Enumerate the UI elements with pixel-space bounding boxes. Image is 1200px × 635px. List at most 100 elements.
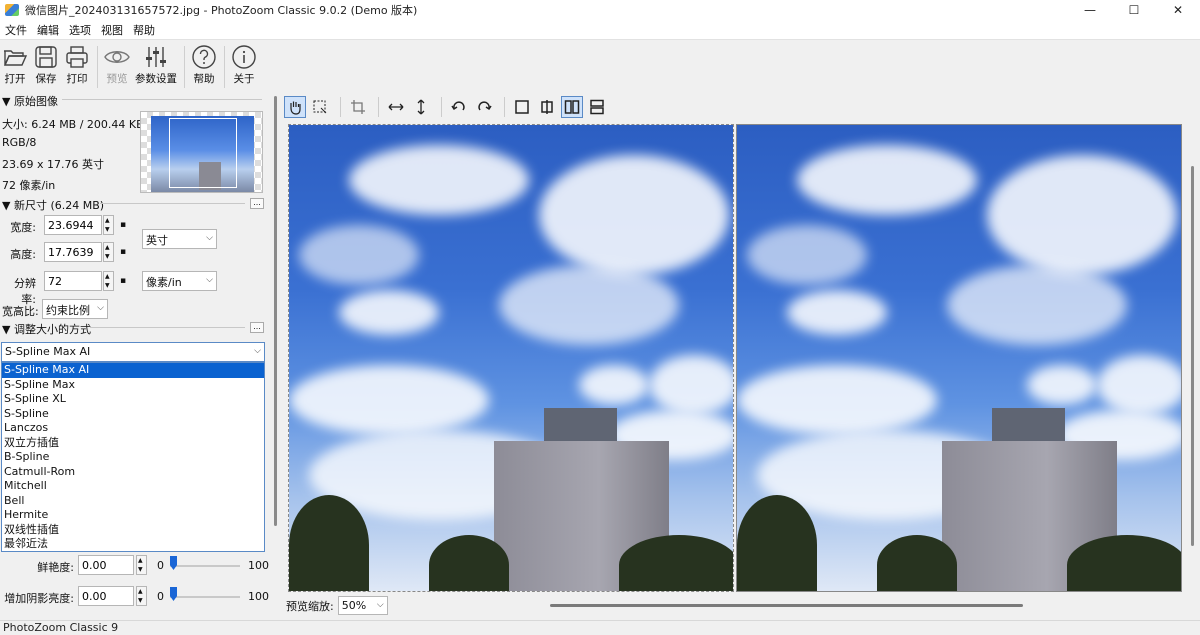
single-view-icon: [515, 100, 529, 114]
fit-height-button[interactable]: [410, 96, 432, 118]
crop-button[interactable]: [347, 96, 369, 118]
shadow-brightness-field[interactable]: [78, 586, 134, 606]
menu-options[interactable]: 选项: [64, 22, 96, 38]
building-top: [544, 408, 617, 443]
original-image-header[interactable]: ▼ 原始图像: [2, 93, 58, 109]
shadow-brightness-min: 0: [157, 590, 164, 603]
vertical-arrows-icon: [417, 99, 425, 115]
dropdown-option[interactable]: 双立方插值: [2, 436, 264, 451]
view-frame[interactable]: [169, 118, 237, 188]
height-spinner[interactable]: [103, 242, 114, 262]
shadow-brightness-slider-knob[interactable]: [170, 587, 177, 601]
fit-width-button[interactable]: [385, 96, 407, 118]
toolbar-separator: [340, 97, 341, 117]
dropdown-option[interactable]: S-Spline Max: [2, 378, 264, 393]
resolution-field[interactable]: [44, 271, 102, 291]
dropdown-option[interactable]: 双线性插值: [2, 523, 264, 538]
dropdown-option[interactable]: 最邻近法: [2, 537, 264, 552]
hand-icon: [290, 101, 301, 115]
open-button[interactable]: 打开: [0, 44, 30, 86]
close-button[interactable]: ✕: [1156, 0, 1200, 20]
original-preview-pane[interactable]: [288, 124, 734, 592]
open-label: 打开: [4, 73, 26, 85]
save-icon: [35, 46, 57, 68]
link-icon[interactable]: ▪: [120, 247, 129, 259]
zoom-select[interactable]: 50% ⌵: [337, 596, 388, 615]
link-icon[interactable]: ▪: [120, 220, 129, 232]
aspect-select[interactable]: 约束比例 ⌵: [42, 299, 108, 319]
resolution-spinner[interactable]: [103, 271, 114, 291]
resolution-unit-select[interactable]: 像素/in ⌵: [142, 271, 217, 291]
top-bottom-icon: [590, 99, 604, 115]
resize-method-select[interactable]: S-Spline Max AI ⌵: [1, 342, 265, 362]
print-button[interactable]: 打印: [62, 44, 92, 86]
color-mode: RGB/8: [2, 136, 37, 149]
building-top: [992, 408, 1065, 443]
select-tool-button[interactable]: [309, 96, 331, 118]
newsize-more-button[interactable]: ...: [250, 198, 264, 209]
dropdown-option[interactable]: S-Spline Max AI: [2, 363, 264, 378]
menu-help[interactable]: 帮助: [128, 22, 160, 38]
top-bottom-button[interactable]: [586, 96, 608, 118]
toolbar-separator: [97, 46, 98, 88]
menu-view[interactable]: 视图: [96, 22, 128, 38]
link-icon[interactable]: ▪: [120, 276, 129, 288]
rotate-left-button[interactable]: [448, 96, 470, 118]
dropdown-option[interactable]: S-Spline XL: [2, 392, 264, 407]
toolbar-separator: [184, 46, 185, 88]
resize-method-header[interactable]: ▼ 调整大小的方式: [2, 321, 91, 337]
resize-more-button[interactable]: ...: [250, 322, 264, 333]
minimize-button[interactable]: —: [1068, 0, 1112, 20]
toolbar-separator: [224, 46, 225, 88]
dropdown-option[interactable]: Hermite: [2, 508, 264, 523]
dropdown-option[interactable]: Bell: [2, 494, 264, 509]
result-preview-pane[interactable]: [736, 124, 1182, 592]
rotate-right-icon: [478, 101, 492, 111]
resize-method-dropdown: S-Spline Max AI S-Spline Max S-Spline XL…: [1, 362, 265, 552]
menu-file[interactable]: 文件: [0, 22, 32, 38]
rotate-right-button[interactable]: [473, 96, 495, 118]
side-by-side-button[interactable]: [561, 96, 583, 118]
vibrance-slider[interactable]: [170, 565, 240, 567]
height-field[interactable]: [44, 242, 102, 262]
single-view-button[interactable]: [511, 96, 533, 118]
unit-select[interactable]: 英寸 ⌵: [142, 229, 217, 249]
chevron-down-icon: ⌵: [206, 275, 213, 285]
shadow-brightness-slider[interactable]: [170, 596, 240, 598]
folder-open-icon: [3, 50, 28, 66]
help-button[interactable]: 帮助: [189, 44, 219, 86]
preview-horizontal-scrollbar[interactable]: [550, 604, 1023, 607]
dropdown-option[interactable]: Lanczos: [2, 421, 264, 436]
about-button[interactable]: 关于: [229, 44, 259, 86]
menu-edit[interactable]: 编辑: [32, 22, 64, 38]
question-icon: [192, 45, 216, 69]
vibrance-field[interactable]: [78, 555, 134, 575]
print-label: 打印: [66, 73, 88, 85]
app-icon: [5, 4, 19, 16]
vibrance-label: 鲜艳度:: [37, 561, 74, 574]
dropdown-option[interactable]: S-Spline: [2, 407, 264, 422]
chevron-down-icon: ⌵: [206, 233, 213, 243]
dropdown-option[interactable]: Mitchell: [2, 479, 264, 494]
preview-button[interactable]: 预览: [102, 44, 132, 86]
preview-label: 预览: [106, 73, 128, 85]
vibrance-slider-knob[interactable]: [170, 556, 177, 570]
split-view-button[interactable]: [536, 96, 558, 118]
width-field[interactable]: [44, 215, 102, 235]
params-button[interactable]: 参数设置: [133, 44, 179, 86]
vibrance-spinner[interactable]: [136, 555, 147, 575]
new-size-header[interactable]: ▼ 新尺寸 (6.24 MB): [2, 197, 104, 213]
dropdown-option[interactable]: B-Spline: [2, 450, 264, 465]
width-spinner[interactable]: [103, 215, 114, 235]
hand-tool-button[interactable]: [284, 96, 306, 118]
crop-icon: [351, 100, 365, 114]
settings-scrollbar[interactable]: [274, 96, 277, 526]
maximize-button[interactable]: ☐: [1112, 0, 1156, 20]
preview-vertical-scrollbar[interactable]: [1191, 166, 1194, 546]
save-button[interactable]: 保存: [31, 44, 61, 86]
chevron-down-icon: ⌵: [97, 303, 104, 313]
dropdown-option[interactable]: Catmull-Rom: [2, 465, 264, 480]
shadow-brightness-spinner[interactable]: [136, 586, 147, 606]
divider: [100, 202, 245, 204]
navigator-thumbnail[interactable]: [140, 111, 263, 193]
